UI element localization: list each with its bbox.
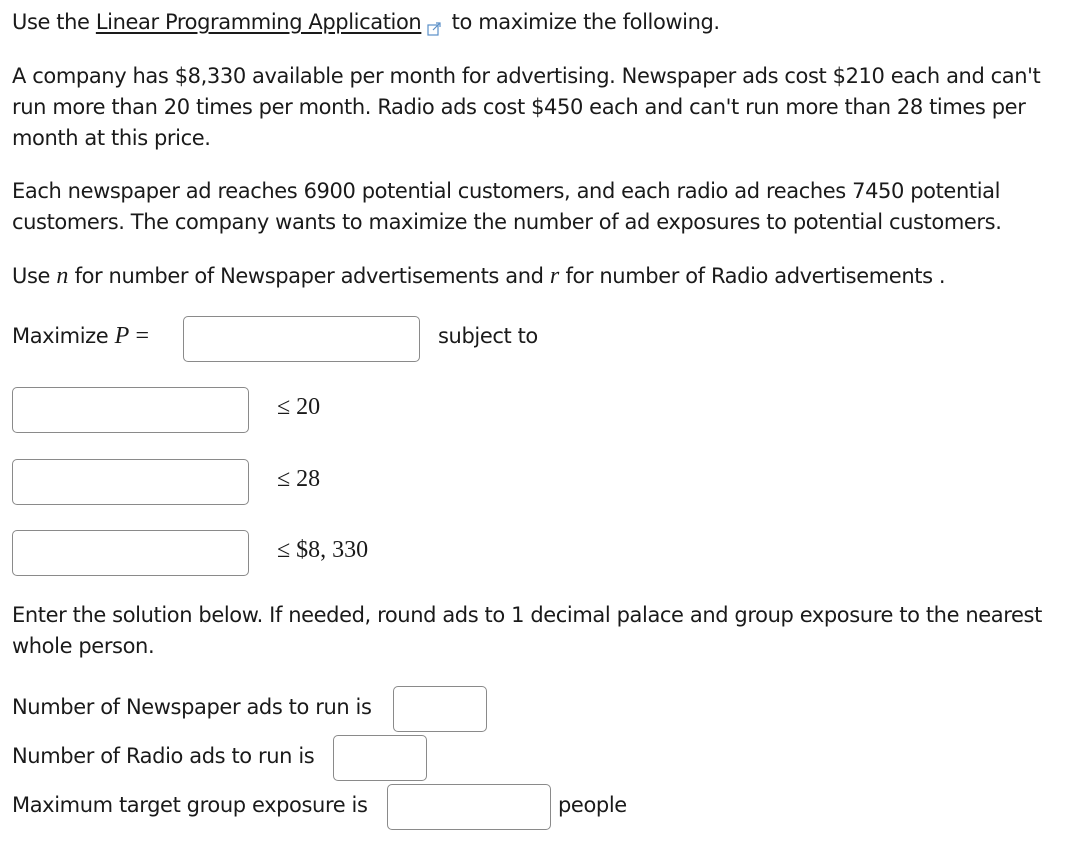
subject-to-label: subject to — [438, 324, 538, 348]
external-link-icon[interactable] — [427, 14, 441, 36]
var-r: r — [549, 263, 560, 289]
problem-paragraph-2: Each newspaper ad reaches 6900 potential… — [12, 179, 1002, 234]
newspaper-ads-label: Number of Newspaper ads to run is — [12, 695, 372, 719]
constraint-1-bound: ≤ 20 — [277, 394, 321, 420]
constraint-1-input[interactable] — [12, 387, 249, 433]
constraint-3-bound: ≤ $8, 330 — [277, 537, 369, 563]
exposure-input[interactable] — [387, 784, 551, 830]
exposure-unit: people — [558, 793, 627, 817]
constraint-2-bound: ≤ 28 — [277, 466, 321, 492]
newspaper-ads-input[interactable] — [393, 686, 487, 732]
constraint-2-input[interactable] — [12, 459, 249, 505]
equals-sign: = — [135, 323, 150, 349]
constraint-3-input[interactable] — [12, 530, 249, 576]
intro-prefix: Use the — [12, 10, 96, 34]
var-n: n — [56, 263, 69, 289]
linear-programming-app-link[interactable]: Linear Programming Application — [96, 10, 422, 34]
intro-suffix: to maximize the following. — [445, 10, 720, 34]
variable-definitions: Use n for number of Newspaper advertisem… — [12, 263, 946, 289]
var-p: P — [114, 323, 130, 349]
objective-function-input[interactable] — [183, 316, 420, 362]
exposure-label: Maximum target group exposure is — [12, 793, 368, 817]
radio-ads-input[interactable] — [333, 735, 427, 781]
radio-ads-label: Number of Radio ads to run is — [12, 744, 315, 768]
problem-paragraph-1: A company has $8,330 available per month… — [12, 64, 1041, 150]
solution-instructions: Enter the solution below. If needed, rou… — [12, 603, 1042, 658]
intro-line: Use the Linear Programming Application t… — [12, 7, 720, 38]
objective-label: Maximize P = — [12, 323, 150, 349]
